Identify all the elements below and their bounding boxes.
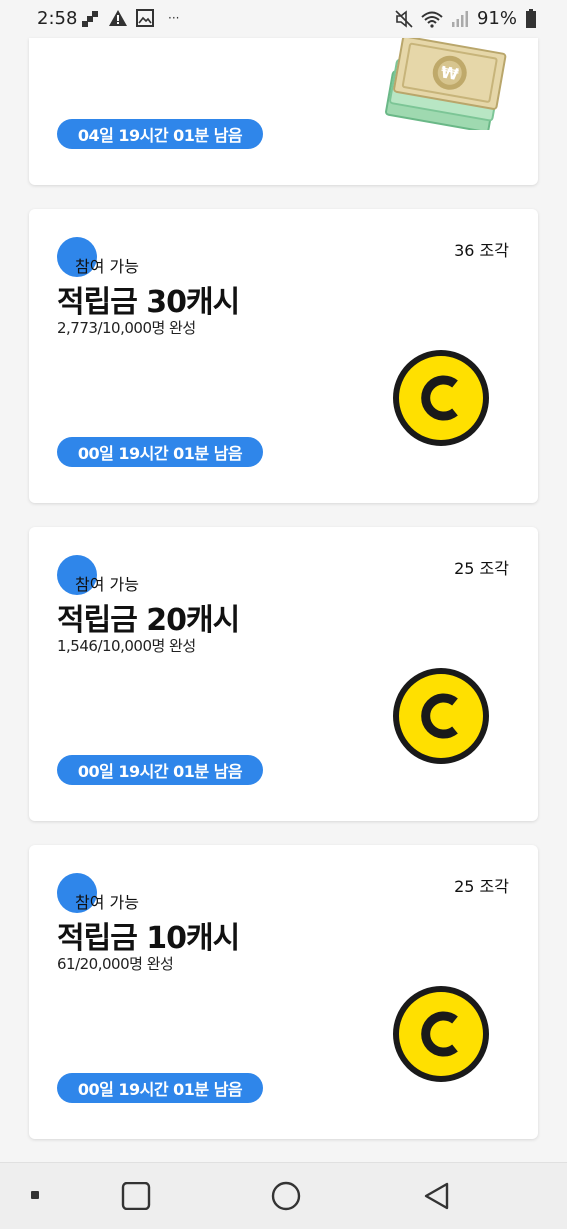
completion-progress: 1,546/10,000명 완성	[57, 637, 196, 655]
status-time: 2:58	[37, 8, 78, 29]
timer-pill: 00일 19시간 01분 남음	[57, 1073, 263, 1103]
status-bar: 2:58 ··· 91%	[0, 0, 567, 38]
stack-icon	[82, 11, 98, 27]
image-icon	[136, 9, 154, 27]
coin-c-icon	[393, 668, 489, 764]
pieces-count: 36 조각	[454, 241, 509, 260]
battery-icon	[526, 8, 536, 28]
participation-status: 참여 가능	[75, 893, 139, 912]
timer-pill: 00일 19시간 01분 남음	[57, 437, 263, 467]
back-button[interactable]	[422, 1181, 452, 1211]
timer-text: 04일 19시간 01분 남음	[77, 126, 243, 145]
mute-icon	[395, 9, 413, 28]
system-icons: 91%	[395, 8, 537, 29]
coin-c-icon	[393, 350, 489, 446]
card-title: 적립금 20캐시	[57, 603, 240, 638]
wifi-icon	[421, 11, 443, 28]
timer-text: 00일 19시간 01분 남음	[77, 762, 243, 781]
card-title: 적립금 10캐시	[57, 921, 240, 956]
timer-pill: 04일 19시간 01분 남음	[57, 119, 263, 149]
home-button[interactable]	[270, 1181, 302, 1211]
signal-icon	[451, 10, 468, 27]
card-title: 적립금 30캐시	[57, 285, 240, 320]
completion-progress: 2,773/10,000명 완성	[57, 319, 196, 337]
navigation-bar	[0, 1162, 567, 1229]
nav-dot-icon	[31, 1191, 39, 1199]
more-icon: ···	[168, 11, 180, 25]
timer-text: 00일 19시간 01분 남음	[77, 1080, 243, 1099]
notification-icons: ···	[82, 9, 179, 27]
svg-text:₩: ₩	[439, 62, 460, 84]
participation-status: 참여 가능	[75, 257, 139, 276]
completion-progress: 61/20,000명 완성	[57, 955, 174, 973]
timer-text: 00일 19시간 01분 남음	[77, 444, 243, 463]
pieces-count: 25 조각	[454, 877, 509, 896]
recents-button[interactable]	[121, 1182, 151, 1210]
warning-icon	[109, 10, 127, 26]
coin-c-icon	[393, 986, 489, 1082]
reward-card[interactable]: 참여 가능 25 조각 적립금 10캐시 61/20,000명 완성 00일 1…	[29, 845, 538, 1139]
reward-card[interactable]: 참여 가능 36 조각 적립금 30캐시 2,773/10,000명 완성 00…	[29, 209, 538, 503]
reward-card[interactable]: ₩ 04일 19시간 01분 남음	[29, 38, 538, 185]
reward-card[interactable]: 참여 가능 25 조각 적립금 20캐시 1,546/10,000명 완성 00…	[29, 527, 538, 821]
pieces-count: 25 조각	[454, 559, 509, 578]
timer-pill: 00일 19시간 01분 남음	[57, 755, 263, 785]
money-bills-icon: ₩	[385, 38, 507, 130]
battery-percent: 91%	[476, 8, 517, 29]
participation-status: 참여 가능	[75, 575, 139, 594]
